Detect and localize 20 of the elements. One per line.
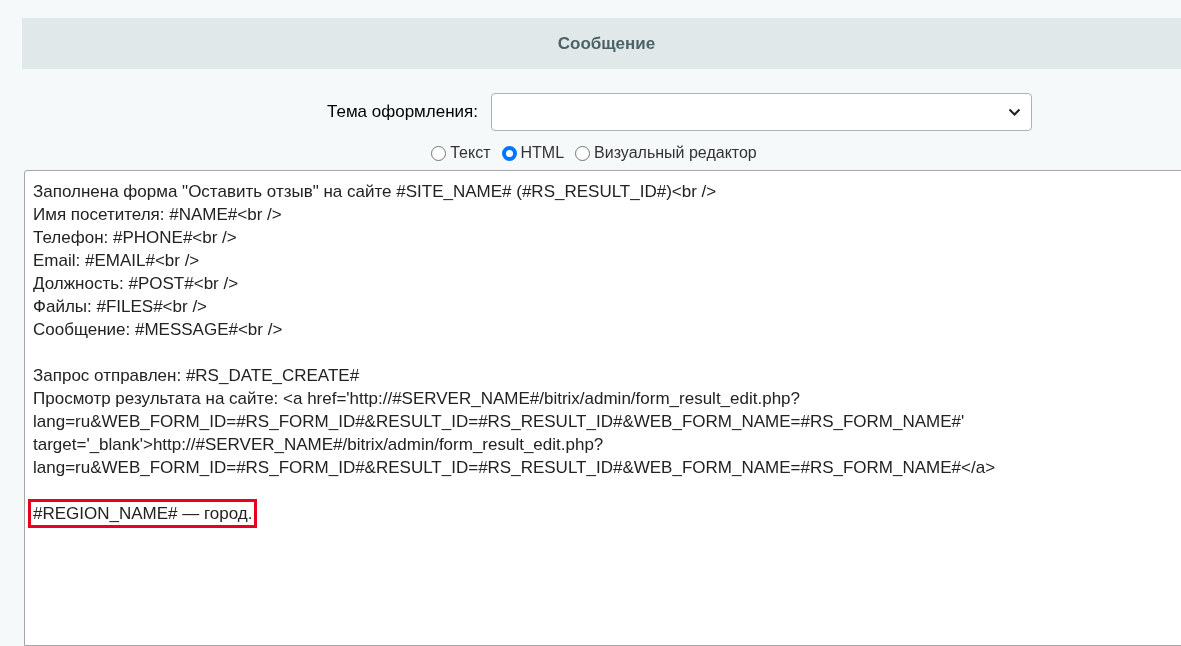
text-line: lang=ru&WEB_FORM_ID=#RS_FORM_ID#&RESULT_ID=#RS_RESULT_ID#&WEB_FORM_NAME=#RS_FORM_NAME#</a>	[33, 457, 996, 479]
text-line: Email: #EMAIL#<br />	[33, 250, 200, 272]
text-line: Сообщение: #MESSAGE#<br />	[33, 319, 283, 341]
text-line: target='_blank'>http://#SERVER_NAME#/bitrix/admin/form_result_edit.php?	[33, 434, 604, 456]
section-title: Сообщение	[557, 33, 656, 54]
text-line: #REGION_NAME# — город.	[33, 503, 253, 525]
text-line: Имя посетителя: #NAME#<br />	[33, 204, 282, 226]
text-line: lang=ru&WEB_FORM_ID=#RS_FORM_ID#&RESULT_ID=#RS_RESULT_ID#&WEB_FORM_NAME=#RS_FORM_NAME#'	[33, 411, 965, 433]
text-line: Файлы: #FILES#<br />	[33, 296, 208, 318]
text-line: Телефон: #PHONE#<br />	[33, 227, 237, 249]
chevron-down-icon	[1008, 108, 1021, 116]
mode-radio[interactable]: Текст	[431, 144, 491, 162]
text-line: Запрос отправлен: #RS_DATE_CREATE#	[33, 365, 360, 387]
text-line: Должность: #POST#<br />	[33, 273, 239, 295]
theme-label: Тема оформления:	[327, 102, 478, 122]
mode-radio[interactable]: Визуальный редактор	[575, 144, 757, 162]
message-editor[interactable]	[24, 170, 1181, 646]
mode-radio[interactable]: HTML	[501, 144, 565, 162]
text-line: Просмотр результата на сайте: <a href='http://#SERVER_NAME#/bitrix/admin/form_result_edit.php?	[33, 388, 800, 410]
text-line: Заполнена форма "Оставить отзыв" на сайте #SITE_NAME# (#RS_RESULT_ID#)<br />	[33, 181, 717, 203]
